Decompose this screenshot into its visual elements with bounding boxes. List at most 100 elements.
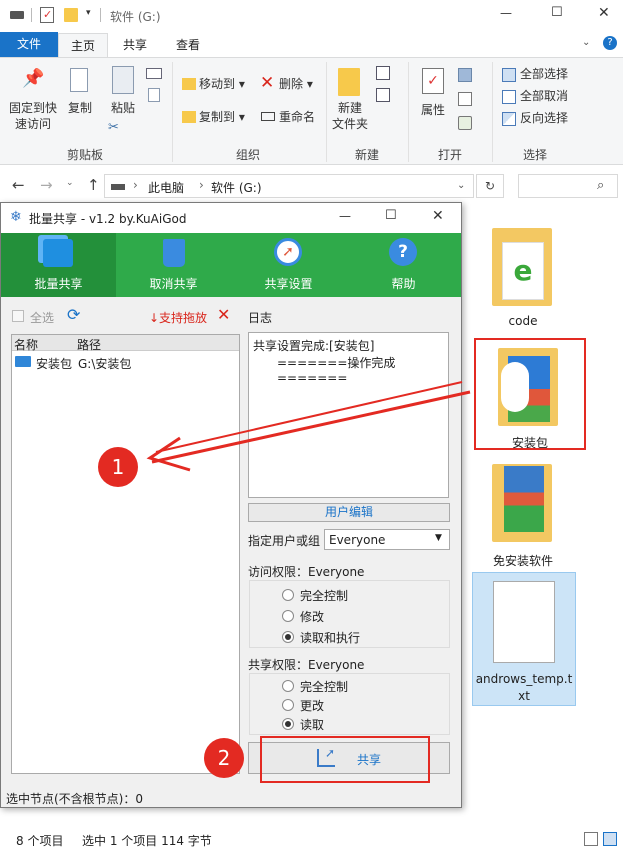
group-label-clipboard: 剪贴板 (66, 148, 103, 162)
large-icons-view-icon[interactable] (603, 832, 617, 846)
paste-shortcut-icon[interactable] (148, 88, 160, 102)
list-item[interactable]: 安装包 G:\安装包 (12, 353, 239, 371)
share-radio-full[interactable] (282, 680, 294, 692)
close-button[interactable]: ✕ (598, 5, 610, 21)
access-radio-full[interactable] (282, 589, 294, 601)
select-value: Everyone (329, 533, 386, 547)
easy-access-icon[interactable] (376, 88, 390, 102)
select-all-checkbox[interactable] (12, 310, 24, 322)
forward-icon[interactable]: → (40, 176, 53, 194)
compass-icon: ➚ (274, 238, 302, 266)
share-radio-read[interactable] (282, 718, 294, 730)
properties-button[interactable]: 属性 (414, 102, 452, 118)
select-all-button[interactable]: 全部选择 (520, 66, 568, 82)
tab-file[interactable]: 文件 (0, 32, 58, 57)
rename-icon (261, 112, 275, 121)
item-count: 8 个项目 (16, 834, 64, 848)
dialog-maximize-button[interactable]: ☐ (385, 208, 397, 223)
user-edit-button[interactable]: 用户编辑 (248, 503, 450, 522)
access-radio-modify[interactable] (282, 610, 294, 622)
app-logo-icon (501, 362, 529, 412)
log-textarea[interactable]: 共享设置完成:[安装包] =======操作完成======= (248, 332, 449, 498)
batch-share-dialog: ❄ 批量共享 - v1.2 by.KuAiGod — ☐ ✕ 批量共享 取消共享… (0, 202, 462, 808)
search-input[interactable]: ⌕ (518, 174, 618, 198)
recent-dropdown-icon[interactable]: ⌄ (66, 178, 74, 188)
log-label: 日志 (248, 311, 273, 325)
breadcrumb-this-pc[interactable]: 此电脑 (148, 179, 184, 196)
cut-icon[interactable]: ✂ (108, 120, 119, 135)
maximize-button[interactable]: ☐ (551, 5, 563, 20)
tool-share-settings[interactable]: ➚ 共享设置 (231, 233, 346, 297)
copy-path-icon[interactable] (146, 68, 162, 79)
user-group-select[interactable]: Everyone ▼ (324, 529, 450, 550)
copy-icon (70, 68, 88, 92)
archive-icon (504, 466, 544, 532)
remove-icon[interactable]: ✕ (217, 305, 230, 324)
file-item-label: 免安装软件 (492, 554, 553, 568)
delete-button[interactable]: 删除 ▾ (279, 76, 313, 92)
help-icon[interactable]: ? (603, 36, 617, 50)
breadcrumb-drive[interactable]: 软件 (G:) (211, 179, 262, 196)
pin-icon: 📌 (22, 68, 45, 89)
column-name[interactable]: 名称 (14, 336, 38, 353)
up-icon[interactable]: ↑ (87, 176, 100, 194)
tool-help[interactable]: ? 帮助 (346, 233, 461, 297)
file-item-code[interactable]: e code (478, 220, 568, 332)
minimize-button[interactable]: — (500, 6, 512, 20)
dialog-minimize-button[interactable]: — (339, 209, 351, 223)
rename-button[interactable]: 重命名 (279, 109, 315, 125)
copy-to-button[interactable]: 复制到 ▾ (199, 109, 245, 125)
move-to-button[interactable]: 移动到 ▾ (199, 76, 245, 92)
properties-qa-icon[interactable]: ✓ (40, 7, 54, 23)
select-none-button[interactable]: 全部取消 (520, 88, 568, 104)
tab-home[interactable]: 主页 (58, 33, 108, 57)
text-file-icon (493, 581, 555, 663)
access-radio-read-execute[interactable] (282, 631, 294, 643)
new-folder-button[interactable]: 新建 文件夹 (326, 100, 374, 132)
qa-dropdown-icon[interactable]: ▾ (86, 8, 91, 18)
address-bar[interactable]: › 此电脑 › 软件 (G:) ⌄ (104, 174, 474, 198)
file-item-installers[interactable]: 安装包 (474, 338, 586, 450)
share-list[interactable]: 名称 路径 安装包 G:\安装包 (11, 334, 240, 774)
column-path[interactable]: 路径 (77, 336, 101, 353)
refresh-icon[interactable]: ⟳ (67, 305, 80, 324)
dialog-close-button[interactable]: ✕ (432, 208, 444, 224)
breadcrumb-separator: › (133, 178, 138, 192)
new-folder-qa-icon[interactable] (64, 8, 78, 22)
user-group-label: 指定用户或组 (248, 534, 321, 548)
address-dropdown-icon[interactable]: ⌄ (457, 180, 465, 191)
share-tool-icon (43, 239, 73, 267)
details-view-icon[interactable] (584, 832, 598, 846)
paste-button[interactable]: 粘贴 (106, 100, 140, 116)
open-icon[interactable] (458, 68, 472, 82)
copy-button[interactable]: 复制 (64, 100, 96, 116)
edit-icon[interactable] (458, 92, 472, 106)
new-item-icon[interactable] (376, 66, 390, 80)
file-item-text-selected[interactable]: androws_temp.t xt (472, 572, 576, 706)
tab-share[interactable]: 共享 (110, 33, 160, 57)
copy-to-icon (182, 111, 196, 123)
select-all-icon (502, 68, 516, 82)
pin-quick-access-button[interactable]: 固定到快 速访问 (6, 100, 60, 132)
tab-view[interactable]: 查看 (162, 33, 214, 57)
log-line: 共享设置完成:[安装包] (253, 339, 375, 353)
file-item-label: code (508, 314, 538, 328)
file-item-portable[interactable]: 免安装软件 (478, 456, 590, 568)
drive-icon (10, 11, 24, 19)
invert-selection-button[interactable]: 反向选择 (520, 110, 568, 126)
access-option-label: 完全控制 (300, 589, 349, 603)
share-radio-change[interactable] (282, 699, 294, 711)
refresh-button[interactable]: ↻ (476, 174, 504, 198)
new-folder-icon (338, 68, 360, 96)
window-title: 软件 (G:) (110, 10, 161, 24)
history-icon[interactable] (458, 116, 472, 130)
tool-batch-share[interactable]: 批量共享 (1, 233, 116, 297)
item-path: G:\安装包 (78, 357, 132, 371)
separator (100, 8, 101, 22)
collapse-ribbon-icon[interactable]: ⌄ (582, 37, 590, 48)
tool-cancel-share[interactable]: 取消共享 (116, 233, 231, 297)
select-all-label: 全选 (30, 311, 55, 325)
help-icon: ? (389, 238, 417, 266)
share-permission-title: 共享权限：Everyone (248, 658, 365, 672)
back-icon[interactable]: ← (12, 176, 25, 194)
